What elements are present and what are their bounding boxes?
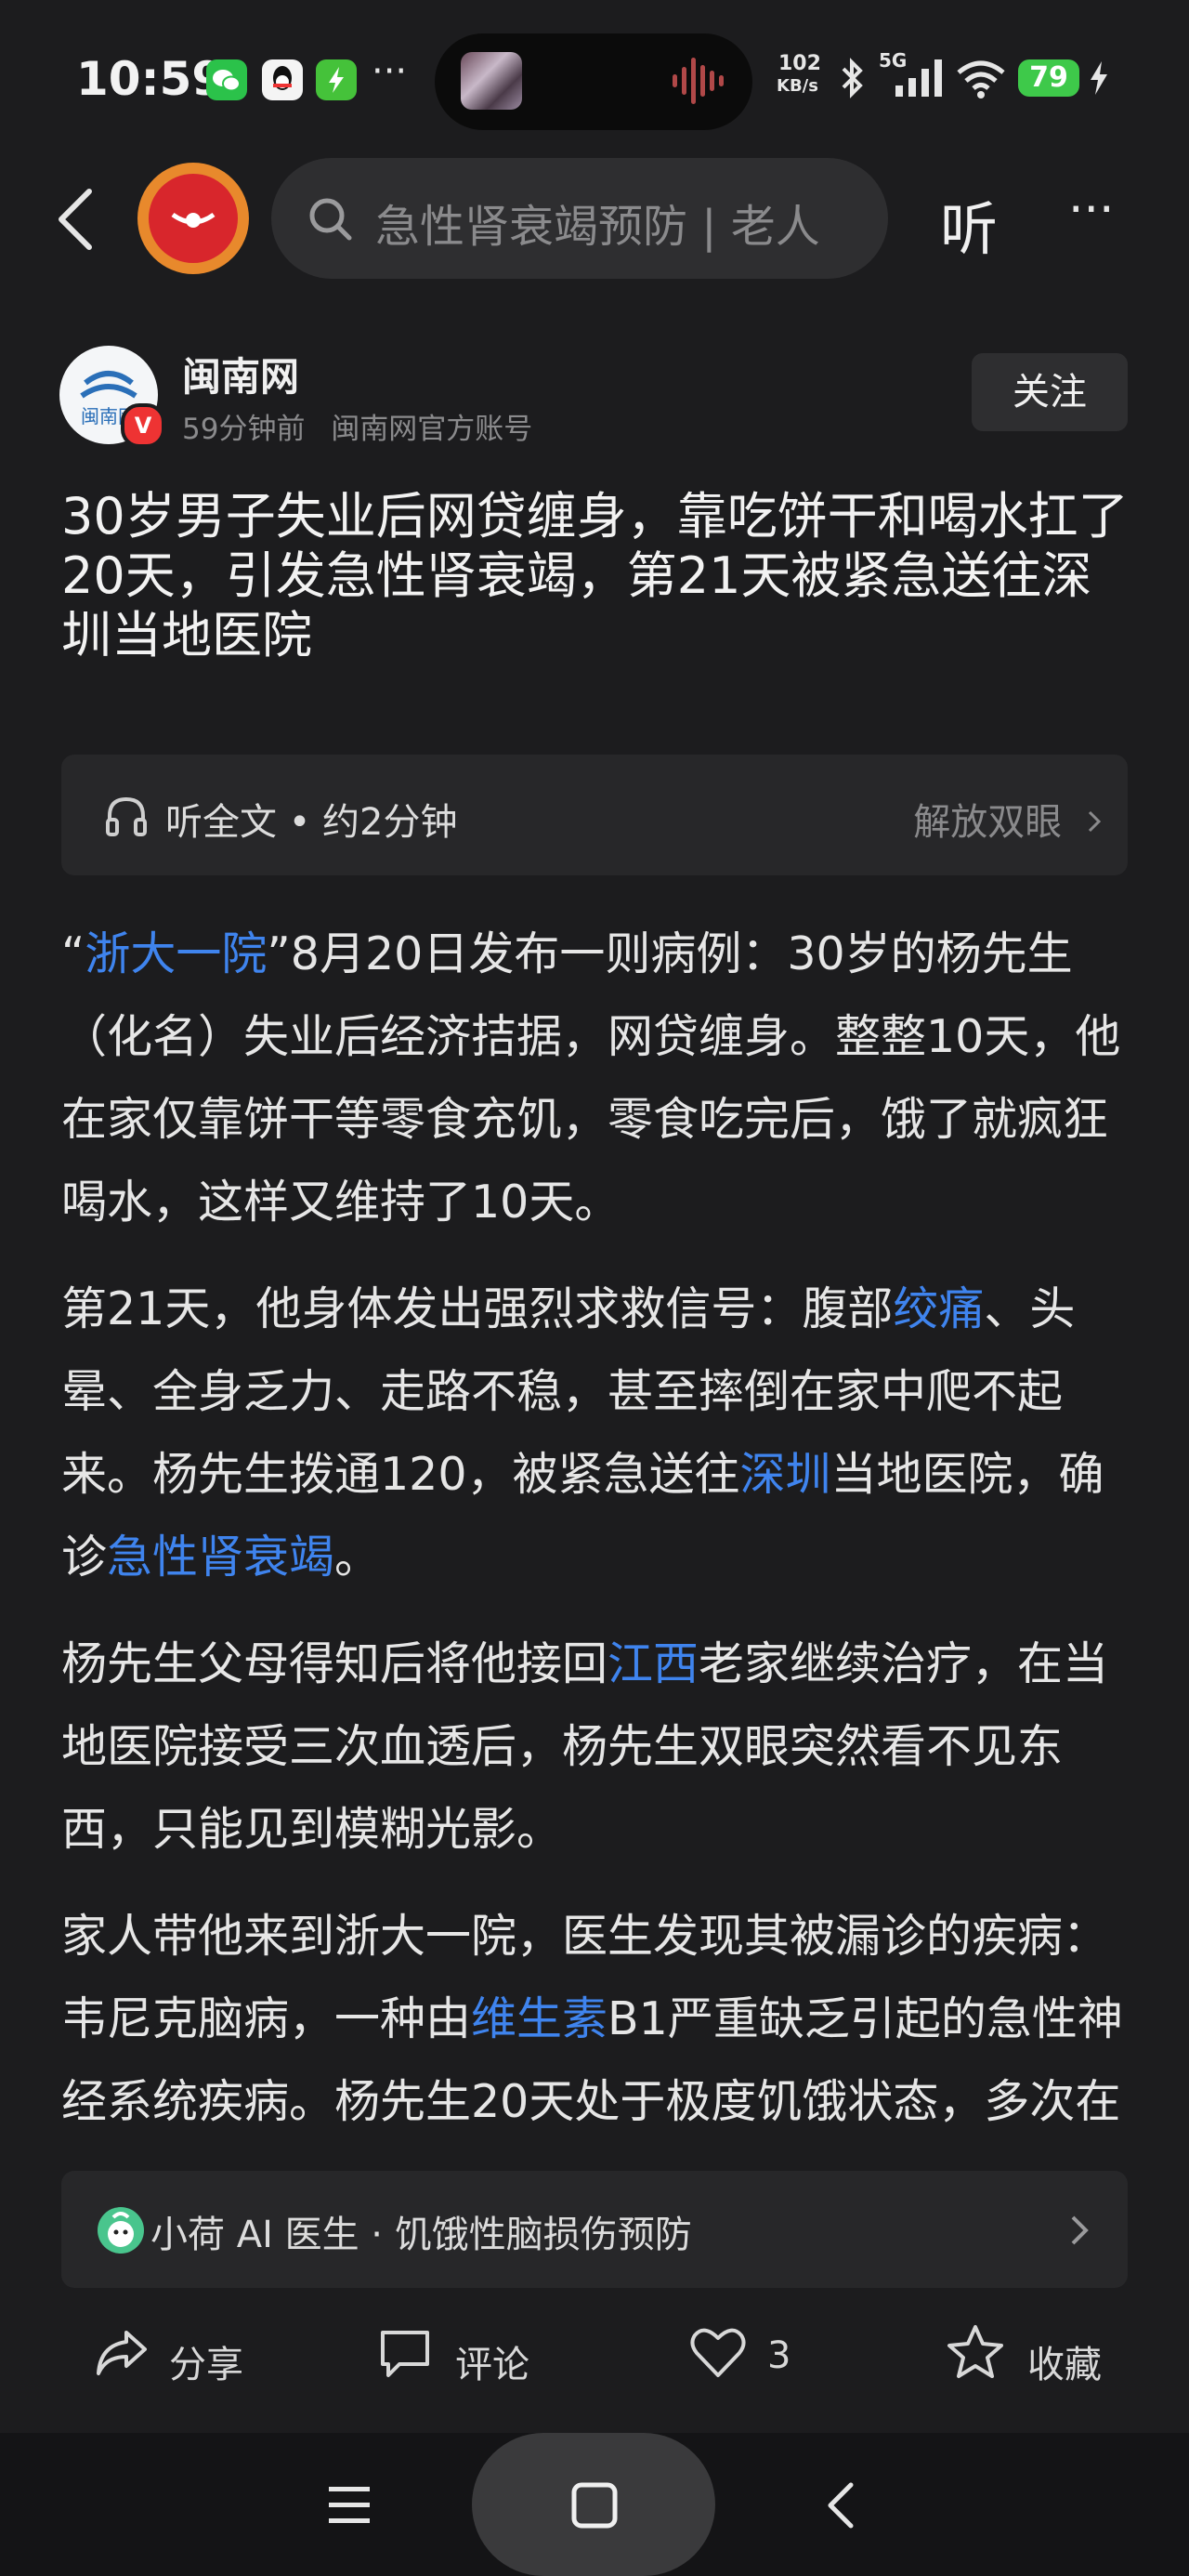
free-eyes-button[interactable]: 解放双眼 xyxy=(913,792,1102,846)
chevron-right-icon xyxy=(1068,2212,1091,2253)
qq-icon xyxy=(262,59,303,100)
free-eyes-label: 解放双眼 xyxy=(913,801,1063,844)
home-square-icon[interactable] xyxy=(570,2481,619,2533)
audio-wave-icon xyxy=(669,58,725,104)
status-more: ··· xyxy=(372,50,408,93)
back-icon[interactable] xyxy=(48,182,104,256)
net-speed-value: 102 xyxy=(778,52,821,75)
paragraph-4: 家人带他来到浙大一院，医生发现其被漏诊的疾病：韦尼克脑病，一种由维生素B1严重缺… xyxy=(61,1910,1123,2128)
share-button[interactable]: 分享 xyxy=(169,2334,243,2388)
status-bar: 10:59 ··· 102 KB/s 5G 79 xyxy=(0,0,1189,149)
charging-app-icon xyxy=(316,59,357,100)
audio-duration-label: 听全文 • 约2分钟 xyxy=(165,801,458,844)
article-title: 30岁男子失业后网贷缠身，靠吃饼干和喝水扛了20天，引发急性肾衰竭，第21天被紧… xyxy=(61,487,1129,664)
comment-icon[interactable] xyxy=(377,2325,433,2385)
headphones-icon xyxy=(102,792,150,844)
link-acute-renal-failure[interactable]: 急性肾衰竭 xyxy=(107,1531,334,1584)
listen-button[interactable]: 听 xyxy=(940,182,998,266)
link-jiangxi[interactable]: 江西 xyxy=(608,1637,699,1690)
signal-icon xyxy=(894,59,946,102)
author-meta: 59分钟前 闽南网官方账号 xyxy=(182,405,532,447)
net-speed-unit: KB/s xyxy=(777,76,818,96)
account-type: 闽南网官方账号 xyxy=(331,413,533,446)
author-name[interactable]: 闽南网 xyxy=(182,346,299,402)
wifi-icon xyxy=(955,58,1007,102)
follow-button[interactable]: 关注 xyxy=(972,353,1128,431)
like-count[interactable]: 3 xyxy=(767,2334,790,2377)
link-colic[interactable]: 绞痛 xyxy=(893,1282,984,1335)
red-envelope-icon[interactable] xyxy=(149,174,238,263)
ai-doctor-icon xyxy=(97,2206,145,2258)
link-zju-hospital[interactable]: 浙大一院 xyxy=(85,927,267,980)
ai-doctor-label: 小荷 AI 医生 · 饥饿性脑损伤预防 xyxy=(150,2214,692,2256)
star-icon[interactable] xyxy=(946,2323,1005,2385)
chevron-right-icon xyxy=(1088,810,1102,833)
search-icon xyxy=(307,195,355,247)
bluetooth-icon xyxy=(836,56,868,104)
post-time: 59分钟前 xyxy=(182,413,306,446)
media-thumbnail[interactable] xyxy=(461,52,522,110)
like-icon[interactable] xyxy=(689,2325,747,2383)
status-time: 10:59 xyxy=(76,52,225,106)
menu-icon[interactable] xyxy=(327,2481,372,2533)
search-input[interactable]: 急性肾衰竭预防 | 老人 xyxy=(375,190,838,255)
paragraph-1: “浙大一院”8月20日发布一则病例：30岁的杨先生（化名）失业后经济拮据，网贷缠… xyxy=(61,927,1121,1229)
favorite-button[interactable]: 收藏 xyxy=(1027,2334,1102,2388)
battery-indicator: 79 xyxy=(1018,59,1079,97)
system-back-icon[interactable] xyxy=(821,2479,858,2535)
link-shenzhen[interactable]: 深圳 xyxy=(740,1448,831,1501)
article-body: “浙大一院”8月20日发布一则病例：30岁的杨先生（化名）失业后经济拮据，网贷缠… xyxy=(61,913,1130,2149)
share-icon[interactable] xyxy=(93,2323,150,2385)
link-vitamin[interactable]: 维生素 xyxy=(471,1992,608,2045)
paragraph-2: 第21天，他身体发出强烈求救信号：腹部绞痛、头晕、全身乏力、走路不稳，甚至摔倒在… xyxy=(61,1282,1104,1584)
comment-button[interactable]: 评论 xyxy=(455,2334,529,2388)
wechat-icon xyxy=(206,59,247,100)
charging-bolt-icon xyxy=(1087,59,1111,100)
verified-badge: V xyxy=(121,403,165,448)
paragraph-3: 杨先生父母得知后将他接回江西老家继续治疗，在当地医院接受三次血透后，杨先生双眼突… xyxy=(61,1637,1109,1856)
more-options-icon[interactable]: ··· xyxy=(1068,182,1115,238)
